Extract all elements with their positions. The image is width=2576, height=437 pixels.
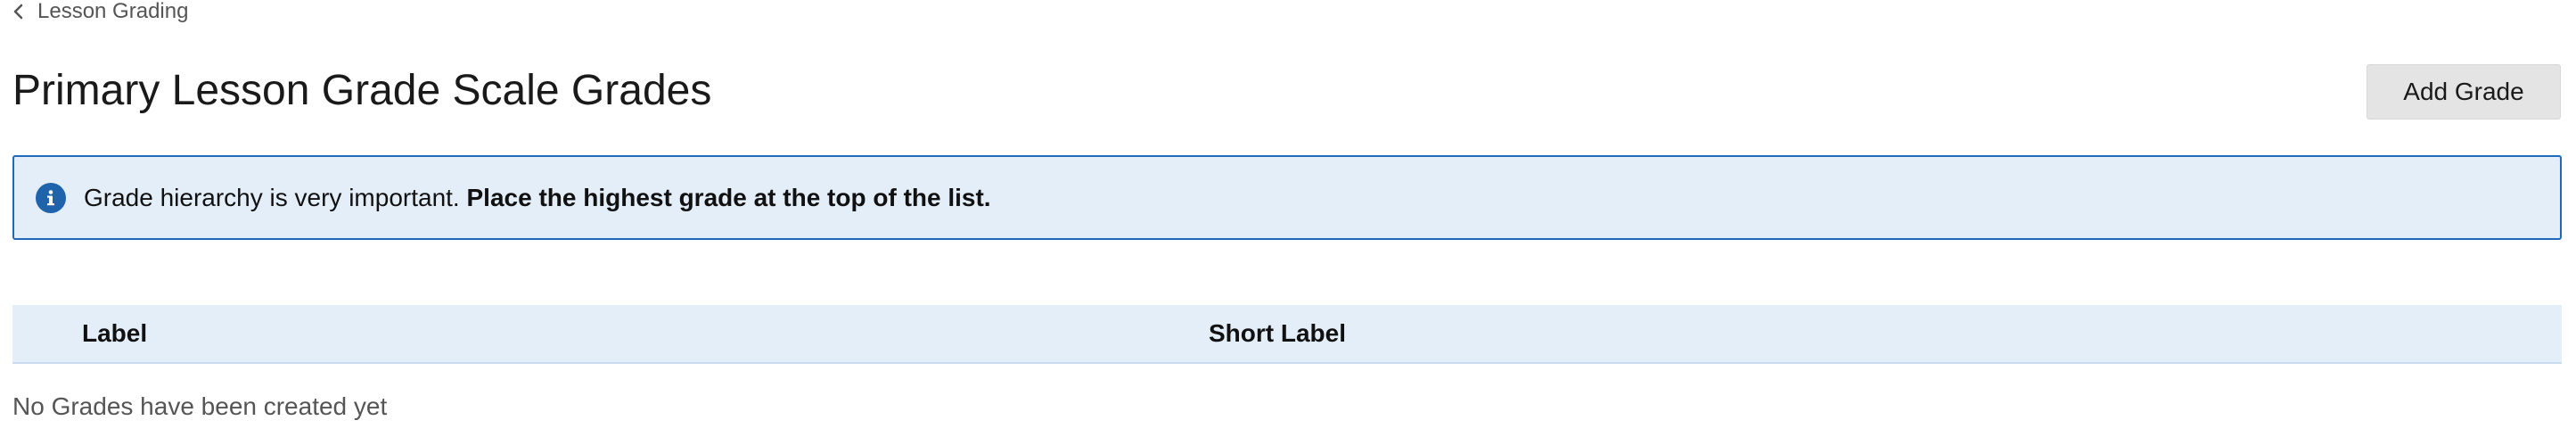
page-title: Primary Lesson Grade Scale Grades [12, 67, 712, 114]
chevron-left-icon [12, 3, 25, 21]
info-icon [36, 182, 66, 213]
column-header-short-label[interactable]: Short Label [1209, 305, 1346, 362]
empty-state-message: No Grades have been created yet [12, 392, 388, 420]
info-banner: Grade hierarchy is very important. Place… [12, 155, 2562, 240]
column-header-label[interactable]: Label [82, 305, 147, 362]
breadcrumb-link-lesson-grading[interactable]: Lesson Grading [37, 0, 188, 24]
info-banner-text-bold: Place the highest grade at the top of th… [466, 183, 991, 211]
table-header: Label Short Label [12, 305, 2562, 364]
info-banner-text-normal: Grade hierarchy is very important. [84, 183, 460, 211]
breadcrumb[interactable]: Lesson Grading [12, 0, 188, 23]
add-grade-button[interactable]: Add Grade [2367, 64, 2561, 120]
info-banner-text: Grade hierarchy is very important. Place… [84, 184, 991, 212]
